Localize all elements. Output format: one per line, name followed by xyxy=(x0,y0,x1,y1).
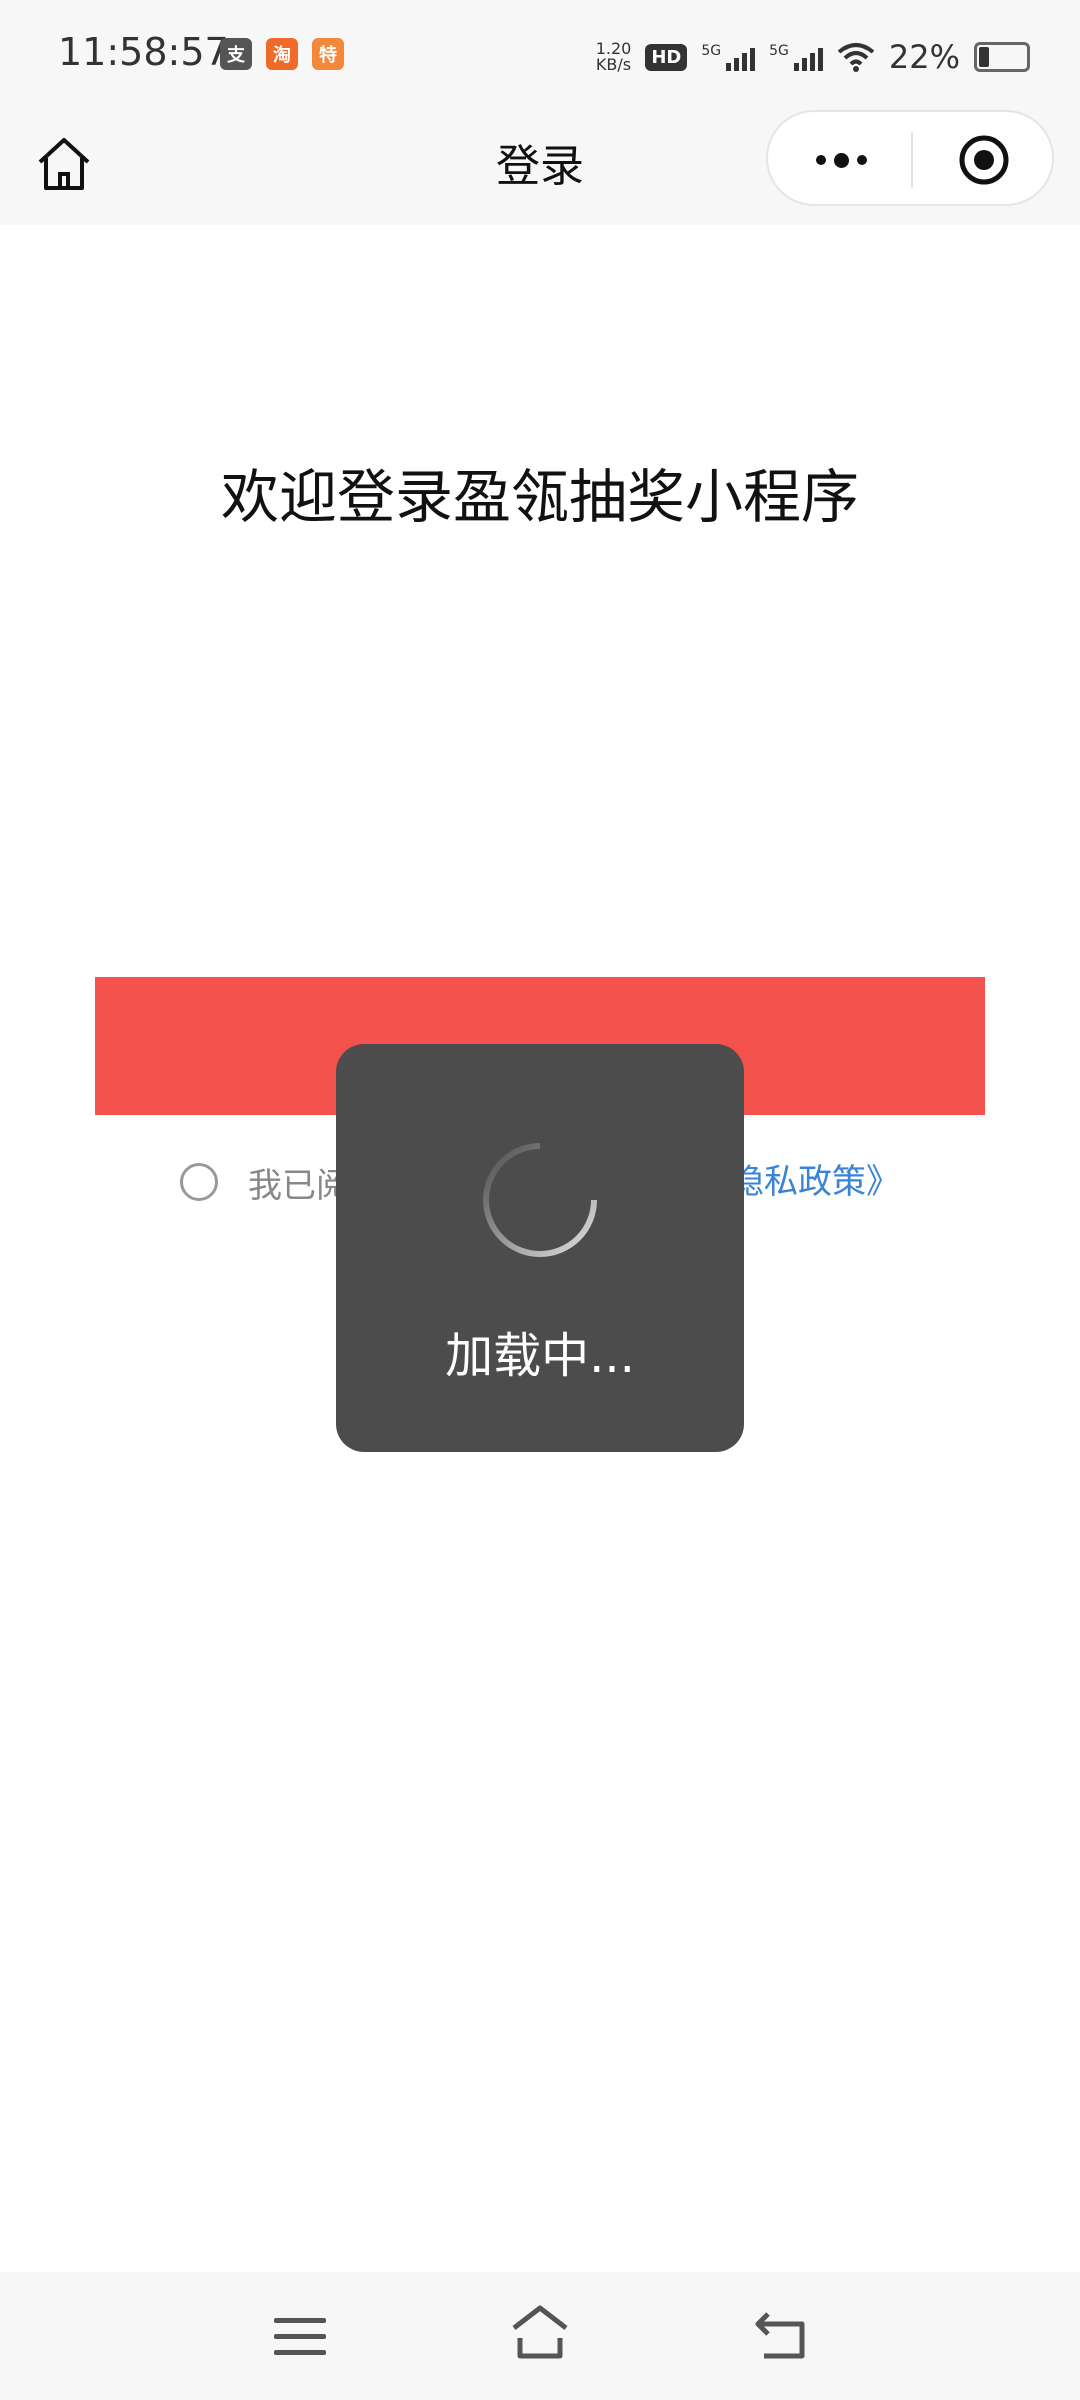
network-speed: 1.20 KB/s xyxy=(595,39,632,74)
taobao-app-icon: 淘 xyxy=(266,38,298,70)
loading-spinner-icon xyxy=(483,1142,598,1257)
battery-icon xyxy=(974,42,1030,72)
system-nav-bar xyxy=(0,2272,1080,2400)
loading-text: 加载中... xyxy=(445,1328,635,1384)
taobao-special-app-icon: 特 xyxy=(312,38,344,70)
agreement-radio[interactable] xyxy=(180,1163,218,1201)
miniprogram-close-icon[interactable] xyxy=(958,134,1010,186)
hd-badge: HD xyxy=(645,43,688,71)
home-outline-icon[interactable] xyxy=(508,2302,572,2362)
status-time: 11:58:57 xyxy=(58,30,229,74)
wallet-app-icon: 支 xyxy=(220,38,252,70)
status-bar: 11:58:57 支 淘 特 1.20 KB/s HD 5G 5G 22% xyxy=(0,0,1080,110)
battery-percent: 22% xyxy=(888,38,960,76)
agreement-text: 我已阅 xyxy=(248,1165,350,1206)
signal-icon: 5G xyxy=(701,43,756,71)
status-indicators: 1.20 KB/s HD 5G 5G 22% xyxy=(596,38,1030,76)
signal-icon: 5G xyxy=(769,43,823,71)
back-icon[interactable] xyxy=(752,2302,808,2362)
wifi-icon xyxy=(837,43,875,72)
welcome-heading: 欢迎登录盈瓴抽奖小程序 xyxy=(220,463,859,531)
privacy-policy-link[interactable]: 隐私政策》 xyxy=(730,1157,900,1207)
nav-bar: 登录 xyxy=(0,110,1080,225)
loading-toast: 加载中... xyxy=(336,1044,744,1452)
agreement-row: 我已阅 xyxy=(180,1157,350,1207)
miniprogram-capsule xyxy=(766,110,1054,206)
capsule-divider xyxy=(911,132,913,188)
menu-icon[interactable] xyxy=(272,2314,328,2360)
more-dots-icon[interactable] xyxy=(806,138,876,182)
status-app-icons: 支 淘 特 xyxy=(220,38,344,70)
